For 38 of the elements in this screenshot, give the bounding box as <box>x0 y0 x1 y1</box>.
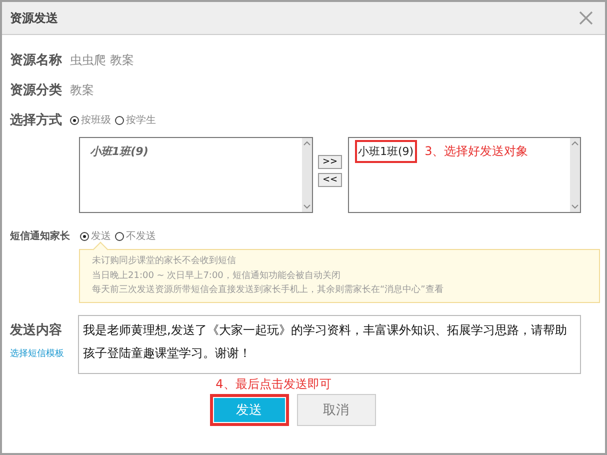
scroll-down-icon[interactable] <box>303 204 311 209</box>
add-button[interactable]: >> <box>318 155 342 169</box>
template-link[interactable]: 选择短信模板 <box>10 346 78 360</box>
list-item[interactable]: 小班1班(9) <box>355 140 417 163</box>
scroll-down-icon[interactable] <box>571 204 579 209</box>
remove-button[interactable]: << <box>318 173 342 187</box>
notice-text: 当日晚上21:00 ~ 次日早上7:00，短信通知功能会被自动关闭 <box>92 270 342 282</box>
send-button[interactable]: 发送 <box>210 394 288 426</box>
scroll-up-icon[interactable] <box>303 141 311 146</box>
radio-option[interactable]: 按班级 <box>70 113 111 127</box>
window-title: 资源发送 <box>10 10 58 26</box>
class-list[interactable]: 小班1班(9) <box>79 137 313 213</box>
radio-option[interactable]: 不发送 <box>115 229 156 243</box>
field-label: 发送内容 <box>10 322 63 338</box>
cancel-button[interactable]: 取消 <box>296 394 376 426</box>
annotation-text: 4、最后点击发送即可 <box>214 376 332 392</box>
radio-icon[interactable] <box>80 232 89 240</box>
field-value: 虫虫爬 教案 <box>70 52 134 68</box>
radio-icon[interactable] <box>115 116 124 124</box>
scroll-up-icon[interactable] <box>571 141 579 146</box>
radio-option[interactable]: 按学生 <box>115 113 156 127</box>
scrollbar[interactable] <box>570 138 580 212</box>
selected-list[interactable]: 小班1班(9) 3、选择好发送对象 <box>348 137 581 213</box>
scrollbar[interactable] <box>302 138 312 212</box>
field-label: 短信通知家长 <box>10 229 71 243</box>
annotation-text: 3、选择好发送对象 <box>424 143 528 160</box>
notice-text: 未订购同步课堂的家长不会收到短信 <box>92 254 237 268</box>
radio-icon[interactable] <box>115 232 124 240</box>
radio-option[interactable]: 发送 <box>80 229 111 243</box>
field-label: 资源分类 <box>10 82 63 99</box>
field-label: 选择方式 <box>10 112 63 129</box>
message-field[interactable]: 我是老师黄理想,发送了《大家一起玩》的学习资料，丰富课外知识、拓展学习思路，请帮助孩子登陆童趣课堂学习。谢谢！ <box>78 314 581 374</box>
field-label: 资源名称 <box>10 52 63 69</box>
notice-text: 每天前三次发送资源所带短信会直接发送到家长手机上，其余则需家长在“消息中心”查看 <box>92 284 444 297</box>
radio-icon[interactable] <box>70 116 79 124</box>
field-value: 教案 <box>70 82 94 98</box>
list-group-label: 小班1班(9) <box>89 145 148 158</box>
close-icon[interactable] <box>579 11 593 25</box>
